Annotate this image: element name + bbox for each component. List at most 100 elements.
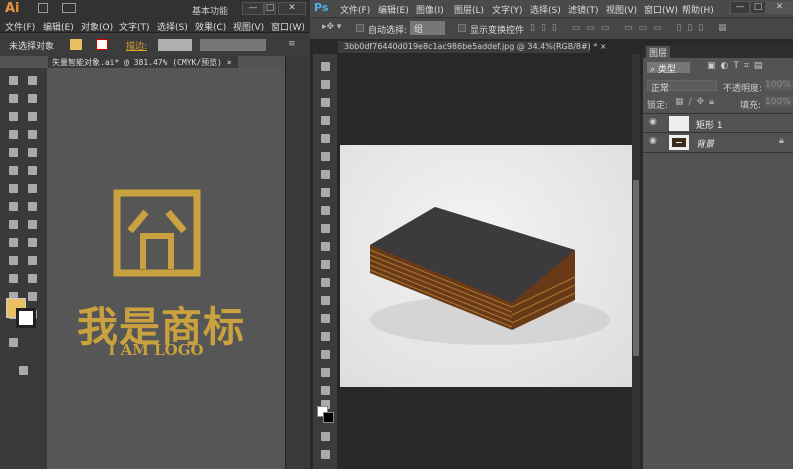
perspective-tool[interactable] bbox=[28, 220, 37, 229]
slice-tool[interactable] bbox=[28, 292, 37, 301]
eyedropper-tool[interactable] bbox=[9, 256, 18, 265]
menu-type[interactable]: 文字(Y) bbox=[492, 3, 530, 16]
brush-tool[interactable] bbox=[321, 188, 330, 197]
free-transform-tool[interactable] bbox=[28, 202, 37, 211]
graph-tool[interactable] bbox=[28, 274, 37, 283]
draw-mode-button[interactable] bbox=[9, 338, 18, 347]
menu-edit[interactable]: 编辑(E) bbox=[43, 20, 81, 33]
menu-edit[interactable]: 编辑(E) bbox=[378, 3, 416, 16]
lasso-tool[interactable] bbox=[321, 98, 330, 107]
shape-tool[interactable] bbox=[321, 368, 330, 377]
menu-object[interactable]: 对象(O) bbox=[81, 20, 119, 33]
align-distribute-buttons[interactable]: ▯▯▯ ▭▭▭ ▭▭▭ ▯▯▯ ▦ bbox=[530, 23, 733, 33]
close-button[interactable]: ✕ bbox=[278, 2, 306, 15]
workspace-switcher[interactable]: 基本功能 bbox=[192, 4, 228, 17]
ai-artboard[interactable]: 我是商标 I AM LOGO bbox=[47, 68, 285, 469]
menu-type[interactable]: 文字(T) bbox=[119, 20, 157, 33]
stroke-swatch[interactable] bbox=[96, 39, 108, 50]
marquee-tool[interactable] bbox=[321, 80, 330, 89]
layer-row[interactable]: ◉ 背景 🔒︎ bbox=[643, 133, 793, 153]
ps-doc-tab[interactable]: 3bb0df76440d019e8c1ac986be5addef.jpg @ 3… bbox=[338, 41, 607, 53]
layer-filter-icons[interactable]: ▣◐T⌗▤ bbox=[707, 61, 767, 71]
stroke-weight-input[interactable] bbox=[158, 39, 192, 51]
minimize-button[interactable]: — bbox=[242, 2, 264, 15]
menu-effect[interactable]: 效果(C) bbox=[195, 20, 233, 33]
ai-doc-tab[interactable]: 矢量智能对象.ai* @ 381.47% (CMYK/预览) × bbox=[48, 56, 238, 68]
menu-help[interactable]: 帮助(H) bbox=[682, 3, 720, 16]
magic-wand-tool[interactable] bbox=[9, 94, 18, 103]
quick-selection-tool[interactable] bbox=[321, 116, 330, 125]
fill-input[interactable]: 100% bbox=[765, 97, 793, 107]
move-tool[interactable] bbox=[321, 62, 330, 71]
eyedropper-tool[interactable] bbox=[321, 152, 330, 161]
visibility-eye-icon[interactable]: ◉ bbox=[649, 117, 657, 127]
width-tool[interactable] bbox=[9, 202, 18, 211]
type-tool[interactable] bbox=[28, 112, 37, 121]
menu-filter[interactable]: 滤镜(T) bbox=[568, 3, 606, 16]
blend-tool[interactable] bbox=[28, 256, 37, 265]
eraser-tool[interactable] bbox=[321, 242, 330, 251]
menu-view[interactable]: 视图(V) bbox=[233, 20, 271, 33]
direct-selection-tool[interactable] bbox=[28, 76, 37, 85]
layer-row[interactable]: ◉ 矩形 1 bbox=[643, 113, 793, 133]
panel-menu-icon[interactable]: ≡ bbox=[288, 39, 296, 49]
gradient-tool[interactable] bbox=[28, 238, 37, 247]
ps-maximize-button[interactable]: □ bbox=[750, 1, 766, 14]
pencil-tool[interactable] bbox=[28, 148, 37, 157]
hand-tool[interactable] bbox=[321, 386, 330, 395]
mesh-tool[interactable] bbox=[9, 238, 18, 247]
arrange-documents-button[interactable] bbox=[62, 3, 76, 13]
auto-select-checkbox[interactable] bbox=[356, 24, 364, 32]
history-brush-tool[interactable] bbox=[321, 224, 330, 233]
clone-stamp-tool[interactable] bbox=[321, 206, 330, 215]
selection-tool[interactable] bbox=[9, 76, 18, 85]
stroke-color[interactable] bbox=[16, 308, 36, 328]
menu-view[interactable]: 视图(V) bbox=[606, 3, 644, 16]
line-tool[interactable] bbox=[9, 130, 18, 139]
quick-mask-button[interactable] bbox=[321, 432, 330, 441]
healing-brush-tool[interactable] bbox=[321, 170, 330, 179]
type-tool[interactable] bbox=[321, 332, 330, 341]
opacity-input[interactable]: 100% bbox=[765, 80, 793, 90]
blend-mode-dropdown[interactable]: 正常 bbox=[647, 80, 717, 94]
stroke-profile-select[interactable] bbox=[200, 39, 266, 51]
path-selection-tool[interactable] bbox=[321, 350, 330, 359]
menu-layer[interactable]: 图层(L) bbox=[454, 3, 492, 16]
close-tab-icon[interactable]: × bbox=[600, 42, 607, 51]
ps-minimize-button[interactable]: — bbox=[730, 1, 750, 14]
pen-tool[interactable] bbox=[321, 314, 330, 323]
rotate-tool[interactable] bbox=[9, 184, 18, 193]
show-transform-checkbox[interactable] bbox=[458, 24, 466, 32]
menu-image[interactable]: 图像(I) bbox=[416, 3, 454, 16]
ps-close-button[interactable]: ✕ bbox=[766, 1, 793, 14]
auto-select-dropdown[interactable]: 组 bbox=[410, 21, 445, 35]
lasso-tool[interactable] bbox=[28, 94, 37, 103]
blur-tool[interactable] bbox=[321, 278, 330, 287]
menu-window[interactable]: 窗口(W) bbox=[644, 3, 682, 16]
blob-brush-tool[interactable] bbox=[9, 166, 18, 175]
move-tool-preset[interactable]: ▸✥ ▾ bbox=[322, 22, 341, 32]
gradient-tool[interactable] bbox=[321, 260, 330, 269]
scrollbar-thumb[interactable] bbox=[633, 180, 639, 356]
fill-swatch[interactable] bbox=[70, 39, 82, 50]
bridge-button[interactable] bbox=[38, 3, 48, 13]
menu-select[interactable]: 选择(S) bbox=[530, 3, 568, 16]
shape-builder-tool[interactable] bbox=[9, 220, 18, 229]
layers-tab[interactable]: 图层 bbox=[646, 46, 671, 59]
screen-mode-button[interactable] bbox=[19, 366, 28, 375]
pen-tool[interactable] bbox=[9, 112, 18, 121]
visibility-eye-icon[interactable]: ◉ bbox=[649, 136, 657, 146]
screen-mode-button[interactable] bbox=[321, 450, 330, 459]
layer-filter-dropdown[interactable]: ⌕ 类型 bbox=[647, 62, 690, 75]
menu-file[interactable]: 文件(F) bbox=[5, 20, 43, 33]
scale-tool[interactable] bbox=[28, 184, 37, 193]
crop-tool[interactable] bbox=[321, 134, 330, 143]
ps-canvas-area[interactable] bbox=[338, 54, 640, 469]
paintbrush-tool[interactable] bbox=[9, 148, 18, 157]
background-color[interactable] bbox=[323, 412, 334, 423]
rectangle-tool[interactable] bbox=[28, 130, 37, 139]
eraser-tool[interactable] bbox=[28, 166, 37, 175]
menu-select[interactable]: 选择(S) bbox=[157, 20, 195, 33]
lock-icons[interactable]: ▦∕✥🔒︎ bbox=[675, 97, 719, 107]
close-tab-icon[interactable]: × bbox=[227, 58, 232, 67]
